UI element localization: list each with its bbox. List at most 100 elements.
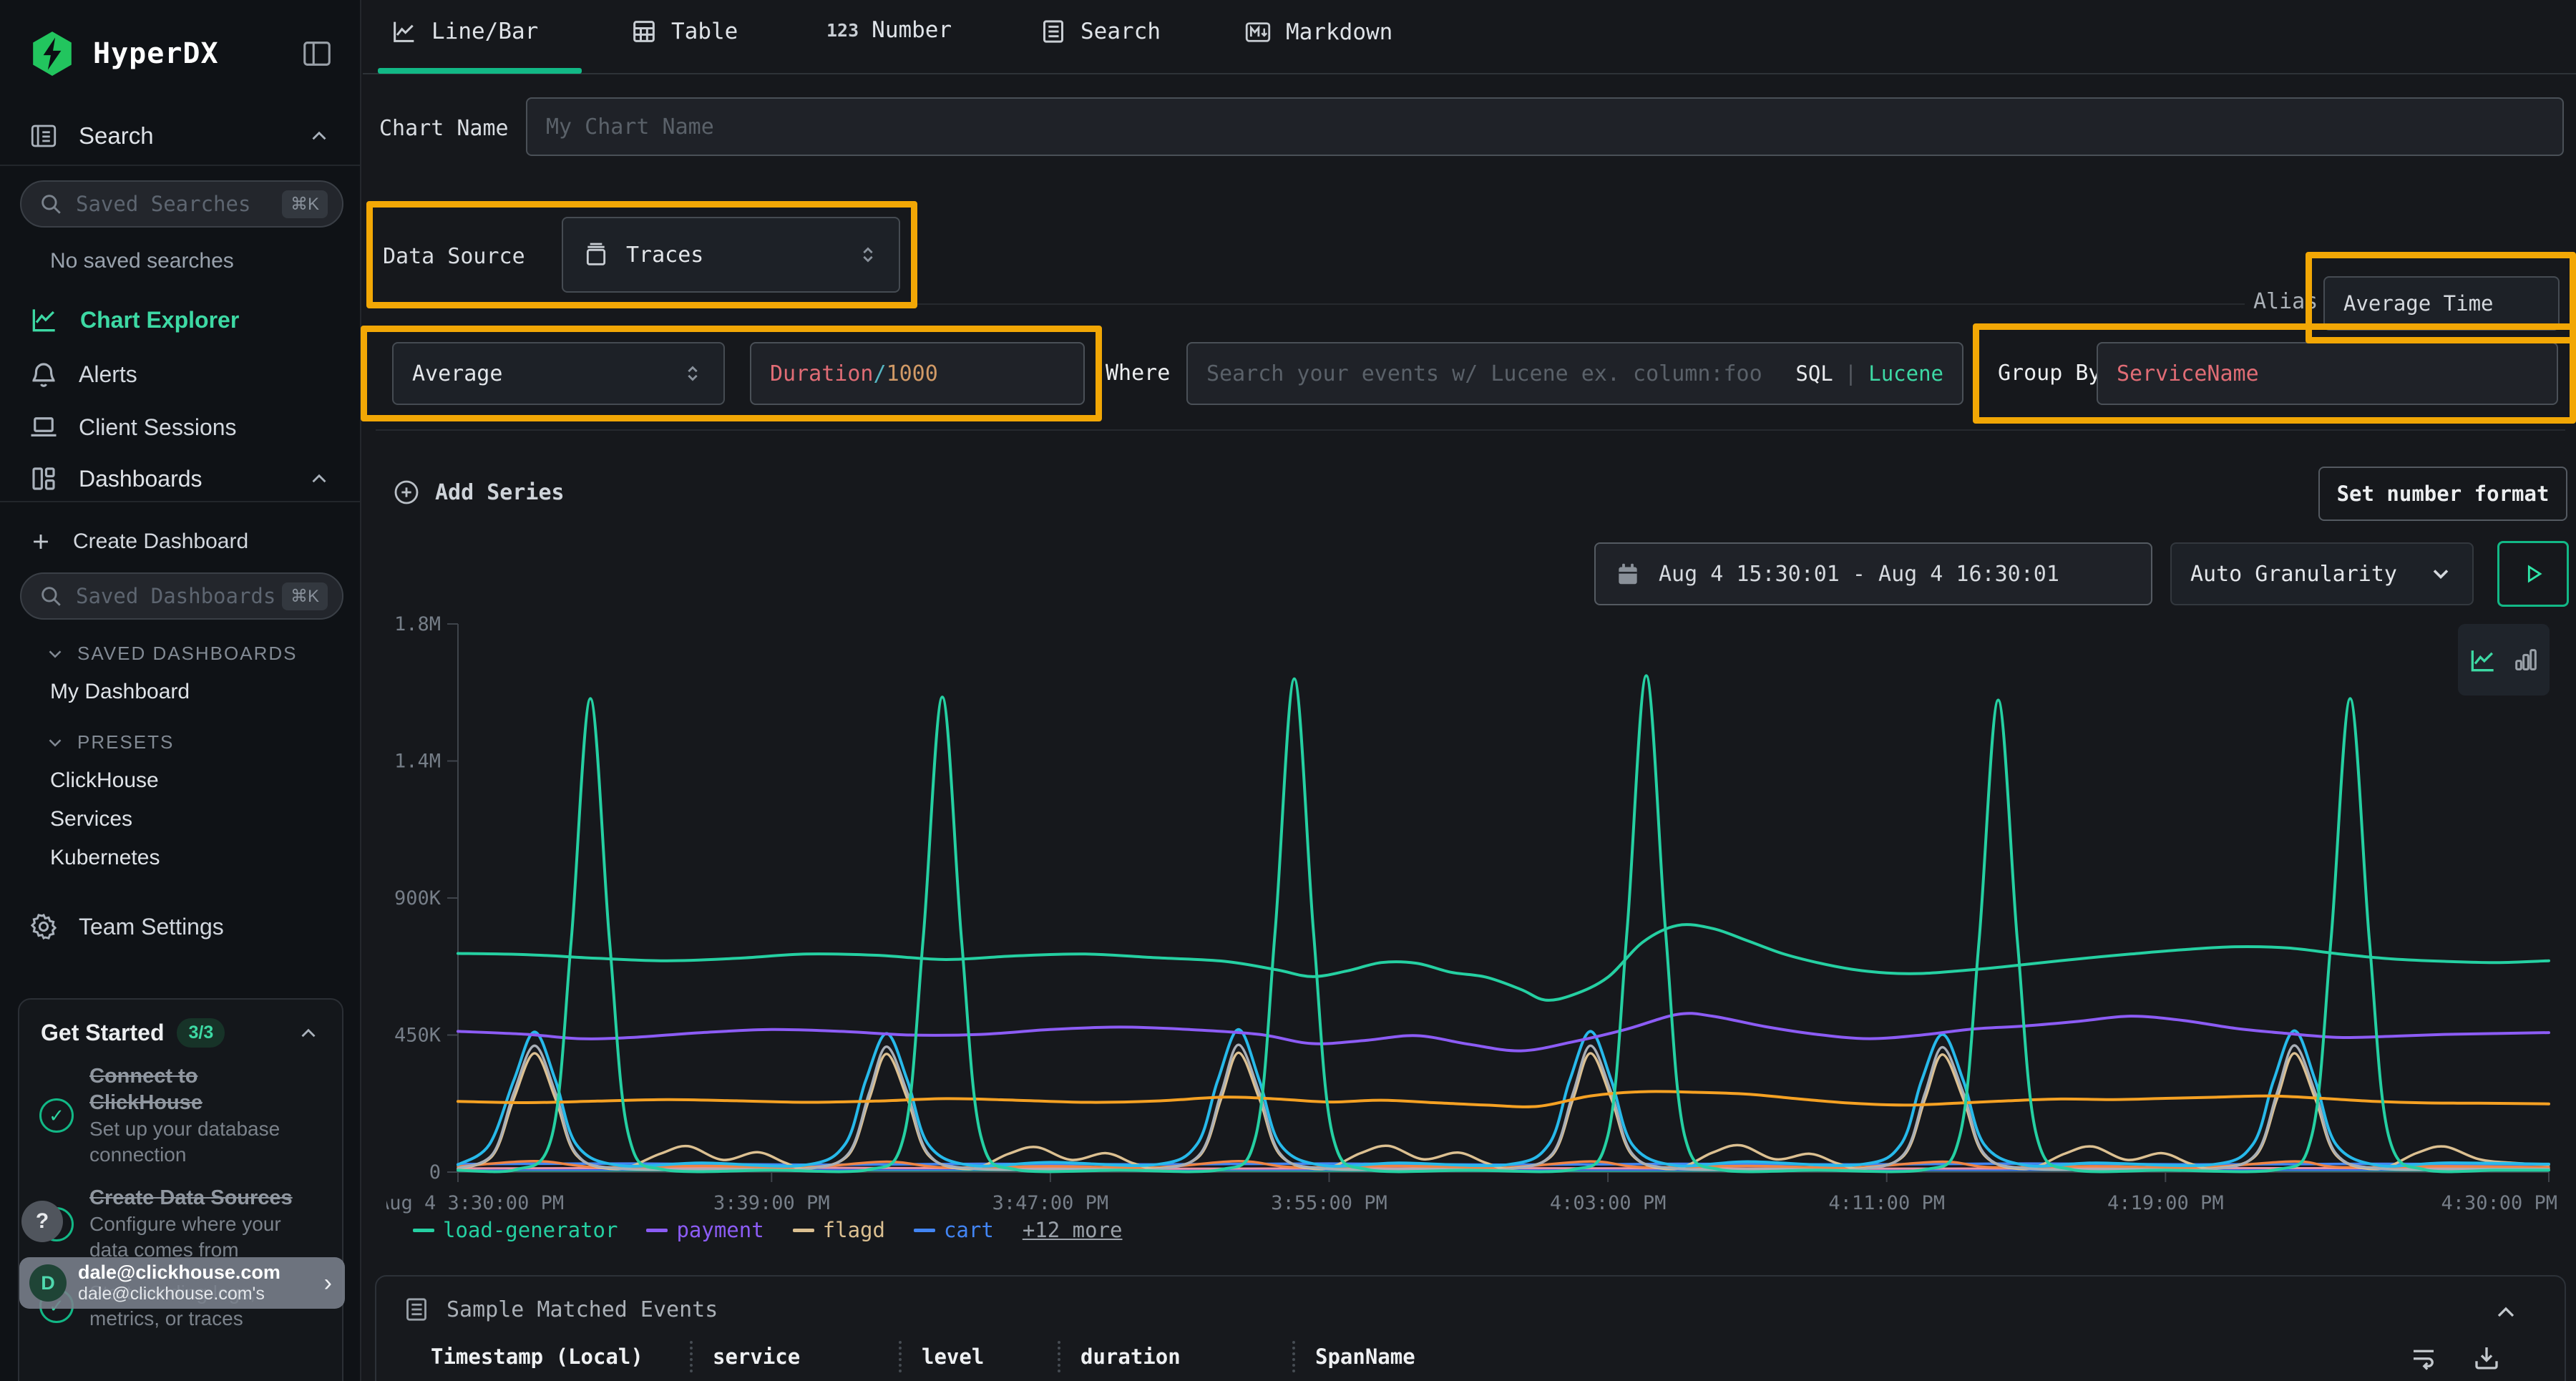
select-updown-icon <box>856 243 880 267</box>
sidebar-item-chart-explorer[interactable]: Chart Explorer <box>0 299 360 341</box>
where-search-input[interactable]: Search your events w/ Lucene ex. column:… <box>1186 342 1963 405</box>
kbd-shortcut: ⌘K <box>282 582 328 610</box>
field-name: Duration <box>770 361 874 386</box>
column-header-duration[interactable]: duration <box>1058 1341 1292 1372</box>
column-header-spanname[interactable]: SpanName <box>1292 1341 1593 1372</box>
sidebar-section-search[interactable]: Search <box>0 107 360 165</box>
search-section-label: Search <box>79 122 154 150</box>
tab-markdown[interactable]: Markdown <box>1243 17 1392 47</box>
chevron-up-icon[interactable] <box>307 467 331 491</box>
series-other-orange-mid <box>458 1091 2549 1106</box>
text-wrap-icon[interactable] <box>2409 1342 2439 1372</box>
column-header-timestamp[interactable]: Timestamp (Local) <box>431 1345 690 1369</box>
chevron-up-icon[interactable] <box>307 124 331 148</box>
run-query-button[interactable] <box>2497 541 2569 607</box>
tab-label: Line/Bar <box>431 19 538 44</box>
saved-searches-input[interactable]: Saved Searches ⌘K <box>20 180 343 228</box>
sidebar-collapse-icon[interactable] <box>301 37 333 70</box>
plus-circle-icon <box>392 478 421 507</box>
add-series-label: Add Series <box>435 480 565 505</box>
chart-name-label: Chart Name <box>379 116 509 141</box>
user-menu[interactable]: D dale@clickhouse.com dale@clickhouse.co… <box>19 1257 345 1309</box>
series-other-gray-spikes <box>458 1045 2549 1170</box>
lucene-mode-toggle[interactable]: Lucene <box>1868 361 1943 386</box>
data-source-select[interactable]: Traces <box>562 217 900 293</box>
number-123-icon: 123 <box>826 20 859 41</box>
line-chart-icon <box>390 17 419 46</box>
field-divisor: 1000 <box>887 361 938 386</box>
aggregation-select[interactable]: Average <box>392 342 725 405</box>
chevron-up-icon[interactable] <box>2492 1298 2520 1327</box>
magnifier-icon <box>39 584 63 608</box>
svg-text:4:03:00 PM: 4:03:00 PM <box>1550 1192 1667 1214</box>
sample-events-panel: Sample Matched Events Timestamp (Local) … <box>375 1275 2566 1381</box>
presets-group[interactable]: PRESETS <box>44 731 174 753</box>
timeseries-chart[interactable]: 0450K900K1.4M1.8MAug 4 3:30:00 PM3:39:00… <box>386 607 2576 1222</box>
traces-source-icon <box>582 240 610 269</box>
svg-text:3:55:00 PM: 3:55:00 PM <box>1271 1192 1387 1214</box>
saved-dashboards-group[interactable]: SAVED DASHBOARDS <box>44 643 297 665</box>
where-label: Where <box>1106 361 1170 386</box>
sidebar-item-kubernetes[interactable]: Kubernetes <box>50 846 160 870</box>
download-icon[interactable] <box>2472 1342 2502 1372</box>
group-by-value: ServiceName <box>2117 361 2259 386</box>
avatar: D <box>29 1264 67 1302</box>
svg-text:1.4M: 1.4M <box>394 751 441 773</box>
get-started-item[interactable]: ✓ Create Data Sources Configure where yo… <box>19 1185 342 1263</box>
create-dashboard-button[interactable]: Create Dashboard <box>0 521 360 562</box>
svg-text:3:39:00 PM: 3:39:00 PM <box>713 1192 830 1214</box>
granularity-select[interactable]: Auto Granularity <box>2170 542 2474 605</box>
plus-icon <box>29 530 53 554</box>
legend-item-payment[interactable]: payment <box>646 1218 763 1242</box>
sidebar-item-services[interactable]: Services <box>50 807 132 831</box>
group-by-input[interactable]: ServiceName <box>2097 342 2558 405</box>
svg-text:4:11:00 PM: 4:11:00 PM <box>1828 1192 1945 1214</box>
time-range-picker[interactable]: Aug 4 15:30:01 - Aug 4 16:30:01 <box>1594 542 2152 605</box>
divider <box>0 165 360 166</box>
set-number-format-button[interactable]: Set number format <box>2318 467 2567 521</box>
group-label-text: SAVED DASHBOARDS <box>77 643 297 665</box>
column-header-level[interactable]: level <box>899 1341 1058 1372</box>
sidebar-section-dashboards[interactable]: Dashboards <box>0 458 360 499</box>
column-header-service[interactable]: service <box>690 1341 899 1372</box>
tab-search[interactable]: Search <box>1039 17 1161 46</box>
saved-dashboards-placeholder: Saved Dashboards <box>76 584 275 608</box>
divider <box>376 429 2565 431</box>
add-series-button[interactable]: Add Series <box>392 478 565 507</box>
tab-line-bar[interactable]: Line/Bar <box>390 17 538 46</box>
laptop-icon <box>29 412 59 442</box>
user-team: dale@clickhouse.com's <box>78 1284 280 1304</box>
legend-more-link[interactable]: +12 more <box>1023 1218 1123 1242</box>
main-content: Line/Bar Table 123 Number Search Markdow… <box>363 0 2576 1381</box>
sidebar-item-client-sessions[interactable]: Client Sessions <box>0 406 360 448</box>
legend-item-load-generator[interactable]: load-generator <box>413 1218 618 1242</box>
chevron-up-icon[interactable] <box>296 1021 321 1045</box>
svg-text:450K: 450K <box>394 1025 441 1047</box>
sql-mode-toggle[interactable]: SQL <box>1795 361 1833 386</box>
chevron-down-icon <box>2428 561 2454 587</box>
sidebar-item-clickhouse[interactable]: ClickHouse <box>50 768 159 793</box>
app-root: HyperDX Search Saved Searches ⌘K No save… <box>0 0 2576 1381</box>
svg-text:4:19:00 PM: 4:19:00 PM <box>2107 1192 2224 1214</box>
legend-label: load-generator <box>443 1218 618 1242</box>
sidebar-item-my-dashboard[interactable]: My Dashboard <box>50 680 190 704</box>
alias-input[interactable]: Average Time <box>2323 276 2560 331</box>
help-button[interactable]: ? <box>21 1201 63 1242</box>
tab-number[interactable]: 123 Number <box>826 17 952 43</box>
sidebar-item-alerts[interactable]: Alerts <box>0 353 360 395</box>
sidebar-item-team-settings[interactable]: Team Settings <box>0 906 360 947</box>
field-expression-input[interactable]: Duration/1000 <box>750 342 1085 405</box>
legend-item-flagd[interactable]: flagd <box>793 1218 885 1242</box>
saved-dashboards-input[interactable]: Saved Dashboards ⌘K <box>20 572 343 620</box>
svg-text:0: 0 <box>429 1161 441 1184</box>
group-by-label: Group By <box>1998 361 2102 386</box>
app-logo[interactable]: HyperDX <box>29 30 219 77</box>
chart-name-input[interactable]: My Chart Name <box>526 97 2564 156</box>
get-started-item[interactable]: ✓ Connect to ClickHouse Set up your data… <box>19 1063 342 1168</box>
tab-table[interactable]: Table <box>630 17 738 46</box>
where-placeholder: Search your events w/ Lucene ex. column:… <box>1206 361 1762 386</box>
events-table-header: Timestamp (Local) service level duration… <box>431 1341 2565 1372</box>
series-payment <box>458 1013 2549 1050</box>
dashboards-section-label: Dashboards <box>79 466 203 492</box>
legend-item-cart[interactable]: cart <box>914 1218 994 1242</box>
